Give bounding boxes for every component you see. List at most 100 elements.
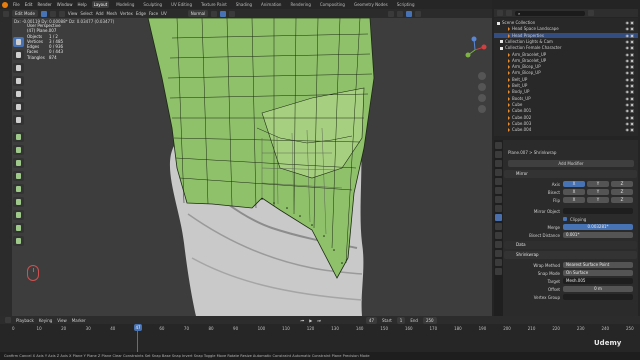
material-shading-icon[interactable] — [415, 10, 422, 17]
zoom-icon[interactable] — [478, 72, 486, 80]
menu-mesh[interactable]: Mesh — [107, 11, 118, 16]
workspace-tab-modeling[interactable]: Modeling — [114, 1, 136, 8]
timeline-menu-marker[interactable]: Marker — [72, 318, 86, 323]
workspace-tab-compositing[interactable]: Compositing — [318, 1, 347, 8]
menu-select[interactable]: Select — [80, 11, 92, 16]
workspace-tab-texture-paint[interactable]: Texture Paint — [199, 1, 229, 8]
flip-z-toggle[interactable]: Z — [611, 197, 633, 203]
visibility-icon[interactable]: ◉ ▣ — [625, 102, 634, 108]
data-subpanel-header[interactable]: Data — [504, 241, 637, 249]
outliner-row[interactable]: Collection Female Character ◉ ▣ — [494, 45, 638, 51]
material-tab-icon[interactable] — [495, 259, 502, 266]
filter-icon[interactable] — [588, 10, 594, 16]
workspace-tab-uv-editing[interactable]: UV Editing — [169, 1, 194, 8]
outliner-row[interactable]: Body_UP ◉ ▣ — [494, 89, 638, 95]
output-tab-icon[interactable] — [495, 160, 502, 167]
outliner-search-input[interactable]: ⌕ — [515, 10, 585, 16]
xray-icon[interactable] — [397, 10, 404, 17]
outliner-row[interactable]: Belt_UP ◉ ▣ — [494, 83, 638, 89]
current-frame-field[interactable]: 47 — [365, 316, 378, 324]
visibility-icon[interactable]: ◉ ▣ — [625, 45, 634, 51]
workspace-tab-geometry-nodes[interactable]: Geometry Nodes — [352, 1, 390, 8]
rotate-tool-button[interactable] — [13, 76, 24, 86]
bisect-distance-field[interactable]: 0.001* — [563, 232, 633, 238]
workspace-tab-shading[interactable]: Shading — [234, 1, 254, 8]
move-tool-button[interactable] — [13, 63, 24, 73]
view-layer-tab-icon[interactable] — [495, 169, 502, 176]
jump-end-icon[interactable]: ⏭ — [317, 318, 321, 323]
tool-tab-icon[interactable] — [495, 142, 502, 149]
camera-view-icon[interactable] — [478, 94, 486, 102]
end-frame-field[interactable]: 250 — [422, 316, 437, 324]
knife-tool-button[interactable] — [13, 197, 24, 207]
physics-tab-icon[interactable] — [495, 232, 502, 239]
axis-y-toggle[interactable]: Y — [587, 181, 609, 187]
menu-uv[interactable]: UV — [161, 11, 167, 16]
constraints-tab-icon[interactable] — [495, 241, 502, 248]
frame-ruler[interactable]: 0102030405060708090100110120130140150160… — [0, 325, 640, 333]
editor-type-icon[interactable] — [3, 10, 9, 17]
visibility-icon[interactable]: ◉ ▣ — [625, 83, 634, 89]
visibility-icon[interactable]: ◉ ▣ — [625, 20, 634, 26]
workspace-tab-scripting[interactable]: Scripting — [395, 1, 417, 8]
shrinkwrap-modifier-header[interactable]: Shrinkwrap — [504, 251, 637, 259]
play-icon[interactable]: ▶ — [309, 318, 312, 323]
modifier-tab-icon[interactable] — [495, 214, 502, 221]
measure-tool-button[interactable] — [13, 115, 24, 125]
outliner-row[interactable]: Arm_Bracelet_UP ◉ ▣ — [494, 52, 638, 58]
outliner-row[interactable]: Scene Collection ◉ ▣ — [494, 20, 638, 26]
axis-x-toggle[interactable]: X — [563, 181, 585, 187]
outliner-row[interactable]: Boots_UP ◉ ▣ — [494, 96, 638, 102]
annotate-tool-button[interactable] — [13, 102, 24, 112]
scene-tab-icon[interactable] — [495, 178, 502, 185]
menu-render[interactable]: Render — [37, 2, 51, 7]
collection-tab-icon[interactable] — [495, 196, 502, 203]
visibility-icon[interactable]: ◉ ▣ — [625, 26, 634, 32]
axis-z-toggle[interactable]: Z — [611, 181, 633, 187]
cursor-tool-button[interactable] — [13, 50, 24, 60]
offset-field[interactable]: 0 m — [563, 286, 633, 292]
particles-tab-icon[interactable] — [495, 223, 502, 230]
snap-icon[interactable] — [220, 10, 227, 17]
display-mode-icon[interactable] — [506, 10, 512, 16]
select-tool-button[interactable] — [13, 37, 24, 47]
outliner-row[interactable]: Belt_UP ◉ ▣ — [494, 77, 638, 83]
inset-tool-button[interactable] — [13, 158, 24, 168]
visibility-icon[interactable]: ◉ ▣ — [625, 33, 634, 39]
vertex-group-field[interactable] — [563, 294, 633, 300]
blender-logo-icon[interactable] — [2, 1, 8, 8]
solid-shading-icon[interactable] — [406, 10, 413, 17]
visibility-icon[interactable]: ◉ ▣ — [625, 121, 634, 127]
start-frame-field[interactable]: 1 — [396, 316, 406, 324]
smooth-tool-button[interactable] — [13, 236, 24, 246]
outliner-row[interactable]: Cube.002 ◉ ▣ — [494, 115, 638, 121]
outliner-row[interactable]: Cube.003 ◉ ▣ — [494, 121, 638, 127]
menu-window[interactable]: Window — [57, 2, 73, 7]
workspace-tab-sculpting[interactable]: Sculpting — [141, 1, 164, 8]
visibility-icon[interactable]: ◉ ▣ — [625, 96, 634, 102]
poly-build-tool-button[interactable] — [13, 210, 24, 220]
visibility-icon[interactable]: ◉ ▣ — [625, 108, 634, 114]
spin-tool-button[interactable] — [13, 223, 24, 233]
loop-cut-tool-button[interactable] — [13, 184, 24, 194]
outliner-row[interactable]: Head Properties ◉ ▣ — [494, 32, 638, 39]
outliner-row[interactable]: Arm_Bracelet_UP ◉ ▣ — [494, 58, 638, 64]
visibility-icon[interactable]: ◉ ▣ — [625, 115, 634, 121]
jump-start-icon[interactable]: ⏮ — [301, 318, 305, 323]
data-tab-icon[interactable] — [495, 250, 502, 257]
bevel-tool-button[interactable] — [13, 171, 24, 181]
proportional-edit-icon[interactable] — [229, 10, 236, 17]
workspace-tab-layout[interactable]: Layout — [91, 1, 110, 8]
flip-y-toggle[interactable]: Y — [587, 197, 609, 203]
overlays-icon[interactable] — [388, 10, 395, 17]
transform-orientation[interactable]: Normal — [187, 10, 209, 17]
mirror-modifier-header[interactable]: Mirror — [504, 170, 637, 178]
playhead[interactable]: 47 — [134, 324, 142, 331]
timeline-menu-keying[interactable]: Keying — [39, 318, 52, 323]
outliner-row[interactable]: Arm_Bicep_UP ◉ ▣ — [494, 64, 638, 70]
visibility-icon[interactable]: ◉ ▣ — [625, 58, 634, 64]
timeline-menu-view[interactable]: View — [57, 318, 67, 323]
wrap-method-dropdown[interactable]: Nearest Surface Point — [563, 262, 633, 268]
extrude-tool-button[interactable] — [13, 145, 24, 155]
vertex-select-icon[interactable] — [40, 10, 47, 17]
